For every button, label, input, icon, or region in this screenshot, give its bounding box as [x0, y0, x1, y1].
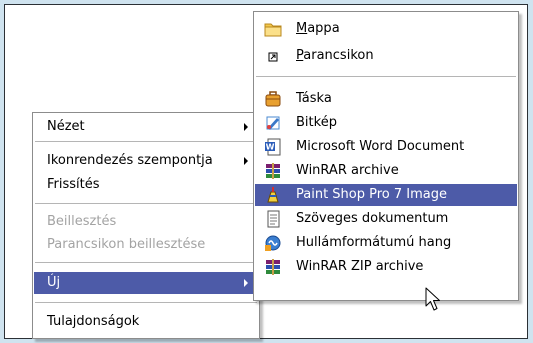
menu-item-label: Táska: [296, 91, 332, 106]
briefcase-icon: [264, 90, 282, 108]
menu-item-label: Mappa: [296, 21, 340, 36]
menu-item-label: Hullámformátumú hang: [296, 235, 452, 250]
menu-item-label: Nézet: [47, 119, 85, 134]
menu-separator: [35, 302, 257, 303]
menu-item-label: Parancsikon beillesztése: [47, 237, 206, 252]
menu-item-paste: Beillesztés: [34, 211, 258, 233]
paint-shop-pro-icon: [264, 186, 282, 204]
menu-item-refresh[interactable]: Frissítés: [34, 174, 258, 196]
new-paint-shop-pro-image-item[interactable]: Paint Shop Pro 7 Image: [255, 184, 517, 206]
menu-item-label: Frissítés: [47, 177, 100, 192]
new-winrar-zip-archive-item[interactable]: WinRAR ZIP archive: [255, 256, 517, 278]
new-folder-item[interactable]: Mappa: [255, 18, 517, 40]
menu-item-label: WinRAR archive: [296, 163, 399, 178]
new-wave-sound-item[interactable]: Hullámformátumú hang: [255, 232, 517, 254]
menu-item-paste-shortcut: Parancsikon beillesztése: [34, 234, 258, 256]
new-word-document-item[interactable]: W Microsoft Word Document: [255, 136, 517, 158]
menu-item-label: Tulajdonságok: [47, 314, 140, 329]
menu-item-label: Új: [47, 275, 61, 290]
menu-separator: [35, 141, 257, 142]
submenu-arrow-icon: [244, 123, 248, 131]
menu-item-label: Parancsikon: [296, 48, 374, 63]
menu-item-label: Beillesztés: [47, 214, 117, 229]
menu-separator: [256, 76, 516, 77]
new-briefcase-item[interactable]: Táska: [255, 88, 517, 110]
new-winrar-archive-item[interactable]: WinRAR archive: [255, 160, 517, 182]
menu-item-label: Paint Shop Pro 7 Image: [296, 187, 448, 202]
menu-separator: [35, 262, 257, 263]
new-bitmap-item[interactable]: Bitkép: [255, 112, 517, 134]
menu-item-new[interactable]: Új: [34, 272, 258, 294]
menu-item-label: Microsoft Word Document: [296, 139, 465, 154]
menu-item-label: Bitkép: [296, 115, 337, 130]
shortcut-icon: [264, 47, 282, 65]
submenu-arrow-icon: [244, 279, 248, 287]
menu-item-label: WinRAR ZIP archive: [296, 259, 424, 274]
menu-item-label: Ikonrendezés szempontja: [47, 153, 213, 168]
submenu-arrow-icon: [244, 157, 248, 165]
winrar-zip-icon: [264, 258, 282, 276]
desktop-context-menu: Nézet Ikonrendezés szempontja Frissítés …: [32, 112, 260, 339]
menu-item-arrange-icons-by[interactable]: Ikonrendezés szempontja: [34, 150, 258, 172]
menu-item-view[interactable]: Nézet: [34, 116, 258, 138]
svg-text:W: W: [266, 143, 275, 152]
wave-sound-icon: [264, 234, 282, 252]
mouse-pointer-icon: [425, 287, 440, 311]
bitmap-paint-icon: [264, 114, 282, 132]
winrar-icon: [264, 162, 282, 180]
menu-separator: [35, 203, 257, 204]
menu-item-label: Szöveges dokumentum: [296, 211, 449, 226]
new-shortcut-item[interactable]: Parancsikon: [255, 45, 517, 67]
text-document-icon: [264, 210, 282, 228]
menu-item-properties[interactable]: Tulajdonságok: [34, 311, 258, 333]
folder-icon: [264, 20, 282, 38]
new-submenu: Mappa Parancsikon Táska Bitkép W Microso…: [253, 11, 519, 301]
new-text-document-item[interactable]: Szöveges dokumentum: [255, 208, 517, 230]
word-document-icon: W: [264, 138, 282, 156]
